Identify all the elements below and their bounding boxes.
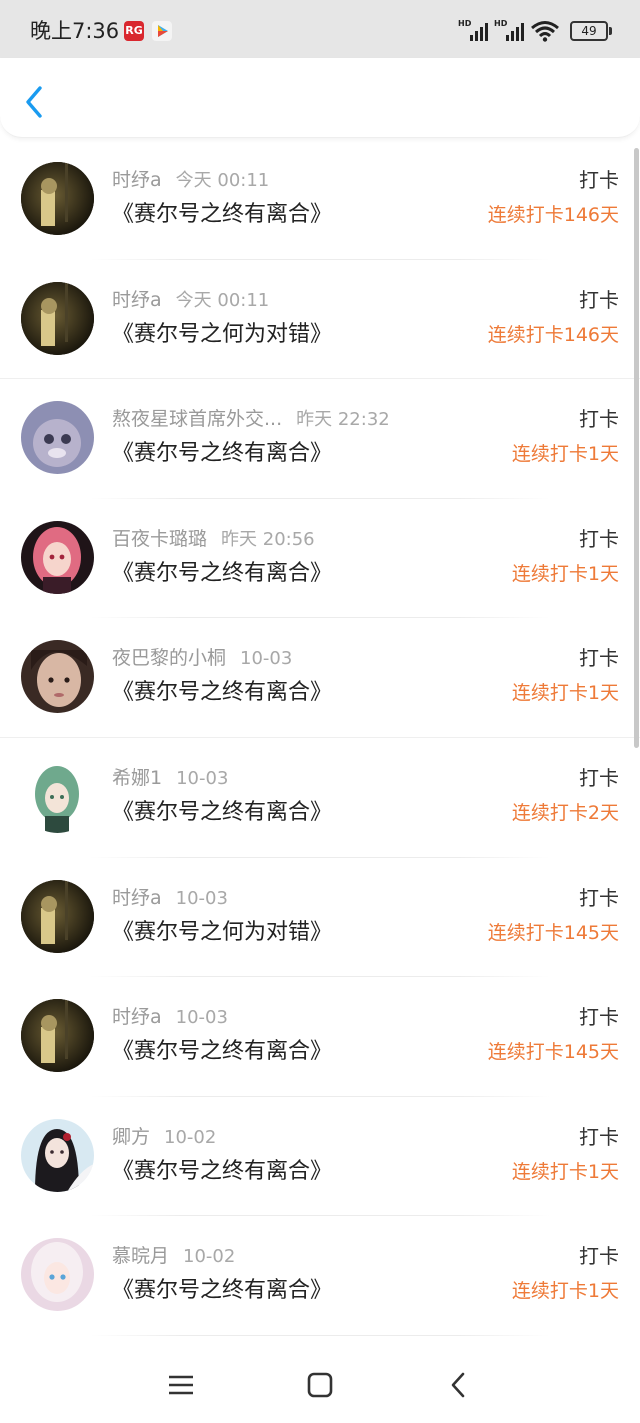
checkin-tag: 打卡	[579, 765, 619, 790]
streak-count: 连续打卡1天	[511, 1160, 619, 1183]
avatar[interactable]	[21, 999, 94, 1073]
list-item[interactable]: 百夜卡璐璐 昨天 20:56 《赛尔号之终有离合》 打卡连续打卡1天	[0, 499, 640, 619]
work-title[interactable]: 《赛尔号之终有离合》	[112, 559, 332, 589]
list-item[interactable]: 夜巴黎的小桐 10-03 《赛尔号之终有离合》 打卡连续打卡1天	[0, 618, 640, 738]
user-meta: 夜巴黎的小桐 10-03	[112, 646, 292, 671]
user-meta: 时纾a 今天 00:11	[112, 288, 269, 313]
post-time: 昨天 22:32	[296, 409, 390, 431]
post-time: 10-02	[183, 1246, 236, 1268]
checkin-tag: 打卡	[579, 646, 619, 671]
avatar[interactable]	[21, 640, 94, 714]
checkin-tag: 打卡	[579, 407, 619, 432]
post-time: 10-03	[175, 887, 228, 909]
battery-icon: 49	[570, 21, 612, 41]
checkin-tag: 打卡	[579, 287, 619, 312]
post-time: 10-03	[240, 648, 293, 670]
list-item[interactable]: 时纾a 今天 00:11 《赛尔号之终有离合》 打卡连续打卡146天	[0, 140, 640, 260]
status-bar: 晚上7:36 RG HD HD 49	[0, 0, 640, 58]
user-name[interactable]: 希娜1	[112, 767, 162, 789]
user-name[interactable]: 时纾a	[112, 1006, 162, 1028]
user-meta: 慕晥月 10-02	[112, 1244, 235, 1269]
streak-count: 连续打卡2天	[511, 801, 619, 824]
post-time: 10-02	[164, 1126, 217, 1148]
checkin-tag: 打卡	[579, 1244, 619, 1269]
streak-count: 连续打卡1天	[511, 443, 619, 466]
system-nav-bar	[0, 1340, 640, 1423]
user-name[interactable]: 时纾a	[112, 887, 162, 909]
streak-count: 连续打卡1天	[511, 1280, 619, 1303]
work-title[interactable]: 《赛尔号之终有离合》	[112, 200, 332, 230]
avatar[interactable]	[21, 281, 94, 355]
user-name[interactable]: 时纾a	[112, 289, 162, 311]
streak-count: 连续打卡1天	[511, 562, 619, 585]
post-time: 今天 00:11	[175, 170, 270, 191]
user-meta: 时纾a 今天 00:11	[112, 168, 269, 193]
user-meta: 熬夜星球首席外交... 昨天 22:32	[112, 407, 390, 432]
work-title[interactable]: 《赛尔号之何为对错》	[112, 918, 332, 948]
list-item[interactable]: 熬夜星球首席外交... 昨天 22:32 《赛尔号之终有离合》 打卡连续打卡1天	[0, 379, 640, 499]
checkin-list: 时纾a 今天 00:11 《赛尔号之终有离合》 打卡 连续打卡146天 时纾a 今天 00:…	[0, 140, 640, 1336]
app-notification-icon: RG	[124, 21, 144, 41]
checkin-tag: 打卡	[579, 1005, 619, 1030]
list-item[interactable]: 希娜1 10-03 《赛尔号之终有离合》 打卡连续打卡2天	[0, 738, 640, 858]
post-time: 昨天 20:56	[221, 528, 315, 550]
avatar[interactable]	[21, 879, 94, 953]
avatar[interactable]	[21, 520, 94, 594]
work-title[interactable]: 《赛尔号之终有离合》	[112, 1157, 332, 1187]
post-time: 10-03	[175, 1007, 228, 1029]
user-name[interactable]: 卿方	[112, 1126, 150, 1148]
avatar[interactable]	[21, 162, 94, 235]
signal-icon: HD	[458, 19, 488, 43]
back-nav-icon[interactable]	[444, 1370, 474, 1400]
user-meta: 时纾a 10-03	[112, 1005, 228, 1030]
back-arrow-icon[interactable]	[18, 82, 52, 122]
streak-count: 连续打卡145天	[487, 1041, 619, 1064]
checkin-tag: 打卡	[579, 526, 619, 551]
user-name[interactable]: 夜巴黎的小桐	[112, 647, 226, 669]
user-meta: 希娜1 10-03	[112, 766, 228, 791]
work-title[interactable]: 《赛尔号之终有离合》	[112, 1037, 332, 1067]
list-item[interactable]: 慕晥月 10-02 《赛尔号之终有离合》 打卡连续打卡1天	[0, 1216, 640, 1336]
work-title[interactable]: 《赛尔号之何为对错》	[112, 320, 332, 350]
post-time: 10-03	[176, 767, 229, 789]
nav-bar	[0, 58, 640, 138]
checkin-tag: 打卡	[579, 1124, 619, 1149]
user-name[interactable]: 时纾a	[112, 169, 162, 191]
streak-count: 连续打卡146天	[487, 204, 619, 226]
user-meta: 时纾a 10-03	[112, 886, 228, 911]
divider	[90, 1334, 550, 1336]
wifi-icon	[531, 21, 559, 42]
avatar[interactable]	[21, 401, 94, 475]
avatar[interactable]	[21, 759, 94, 833]
status-icons: HD HD 49	[458, 18, 612, 44]
avatar[interactable]	[21, 1118, 94, 1192]
play-store-icon	[152, 21, 172, 41]
work-title[interactable]: 《赛尔号之终有离合》	[112, 678, 332, 708]
list-item[interactable]: 时纾a 10-03 《赛尔号之何为对错》 打卡连续打卡145天	[0, 858, 640, 978]
scrollbar[interactable]	[634, 148, 639, 748]
home-icon[interactable]	[305, 1370, 335, 1400]
work-title[interactable]: 《赛尔号之终有离合》	[112, 798, 332, 828]
list-item[interactable]: 时纾a 今天 00:11 《赛尔号之何为对错》 打卡连续打卡146天	[0, 260, 640, 380]
signal-icon-2: HD	[494, 19, 524, 43]
user-name[interactable]: 慕晥月	[112, 1245, 169, 1267]
list-item[interactable]: 时纾a 10-03 《赛尔号之终有离合》 打卡连续打卡145天	[0, 977, 640, 1097]
work-title[interactable]: 《赛尔号之终有离合》	[112, 1276, 332, 1306]
streak-count: 连续打卡1天	[511, 682, 619, 705]
list-item[interactable]: 卿方 10-02 《赛尔号之终有离合》 打卡连续打卡1天	[0, 1097, 640, 1217]
checkin-tag: 打卡	[579, 885, 619, 910]
user-name[interactable]: 熬夜星球首席外交...	[112, 408, 282, 430]
work-title[interactable]: 《赛尔号之终有离合》	[112, 439, 332, 469]
status-time: 晚上7:36	[30, 19, 120, 43]
streak-count: 连续打卡145天	[487, 921, 619, 944]
user-meta: 百夜卡璐璐 昨天 20:56	[112, 527, 315, 552]
menu-icon[interactable]	[166, 1370, 196, 1400]
avatar[interactable]	[21, 1238, 94, 1312]
post-time: 今天 00:11	[175, 289, 270, 311]
streak-count: 连续打卡146天	[487, 323, 619, 346]
user-name[interactable]: 百夜卡璐璐	[112, 528, 207, 550]
user-meta: 卿方 10-02	[112, 1125, 216, 1150]
checkin-tag: 打卡	[579, 168, 619, 192]
